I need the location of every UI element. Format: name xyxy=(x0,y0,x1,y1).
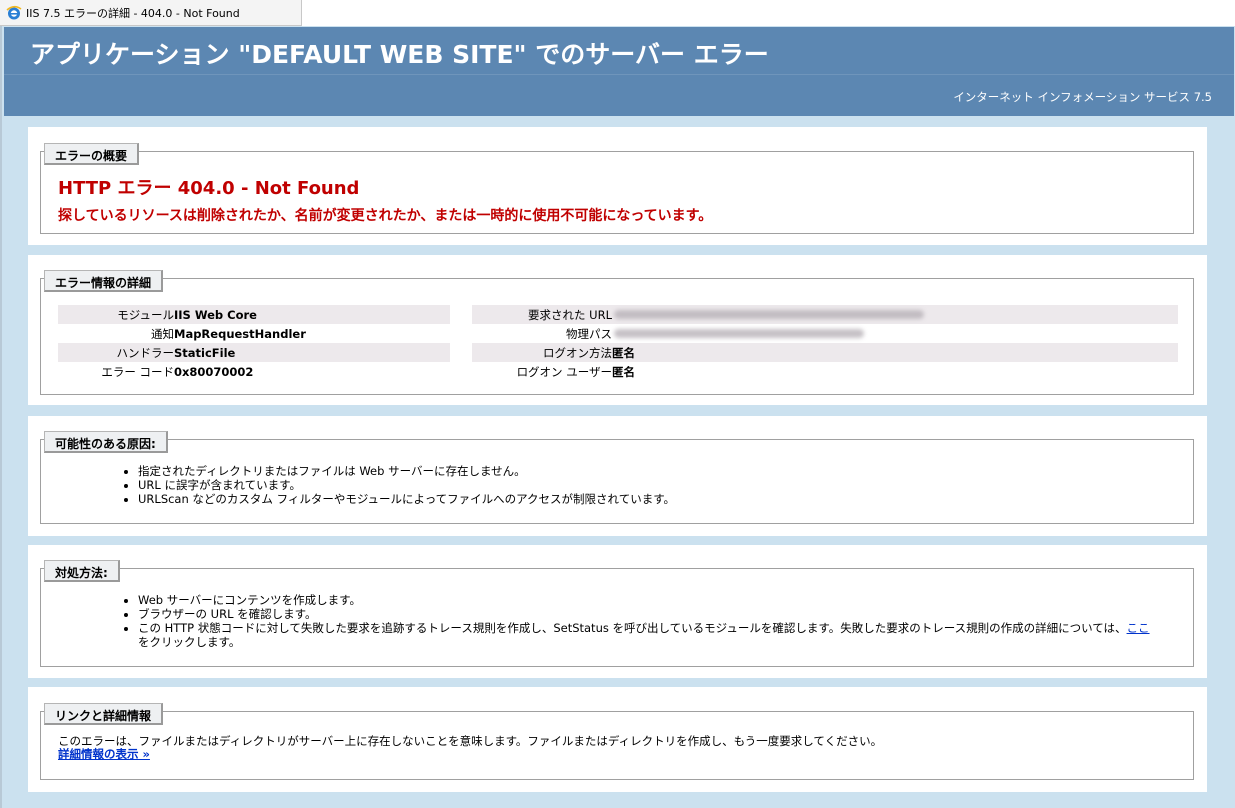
ie-icon xyxy=(6,5,22,21)
error-page: アプリケーション "DEFAULT WEB SITE" でのサーバー エラー イ… xyxy=(0,26,1235,808)
tab-title: IIS 7.5 エラーの詳細 - 404.0 - Not Found xyxy=(26,6,240,20)
causes-panel: 可能性のある原因: 指定されたディレクトリまたはファイルは Web サーバーに存… xyxy=(28,416,1207,536)
list-item: この HTTP 状態コードに対して失敗した要求を追跡するトレース規則を作成し、S… xyxy=(138,621,1160,649)
detail-row-module: モジュール IIS Web Core xyxy=(58,305,450,324)
page-header: アプリケーション "DEFAULT WEB SITE" でのサーバー エラー xyxy=(4,27,1234,74)
action-text: この HTTP 状態コードに対して失敗した要求を追跡するトレース規則を作成し、S… xyxy=(138,621,1127,635)
list-item: Web サーバーにコンテンツを作成します。 xyxy=(138,593,1160,607)
server-version: インターネット インフォメーション サービス 7.5 xyxy=(953,90,1212,104)
page-title: アプリケーション "DEFAULT WEB SITE" でのサーバー エラー xyxy=(30,40,769,69)
detail-value: 0x80070002 xyxy=(174,364,254,379)
browser-tab[interactable]: IIS 7.5 エラーの詳細 - 404.0 - Not Found xyxy=(0,0,302,26)
detail-row-requested-url: 要求された URL xyxy=(472,305,1178,324)
list-item: ブラウザーの URL を確認します。 xyxy=(138,607,1160,621)
actions-list: Web サーバーにコンテンツを作成します。 ブラウザーの URL を確認します。… xyxy=(120,593,1160,649)
page-subheader: インターネット インフォメーション サービス 7.5 xyxy=(4,74,1234,116)
detail-label: ログオン ユーザー xyxy=(516,364,612,379)
detail-label: ハンドラー xyxy=(116,345,175,360)
detail-value: 匿名 xyxy=(612,345,635,360)
redacted-url xyxy=(614,310,924,319)
detail-label: エラー コード xyxy=(101,364,174,379)
error-details-panel: エラー情報の詳細 モジュール IIS Web Core 通知 MapReques… xyxy=(28,255,1207,405)
trace-rule-help-link[interactable]: ここ xyxy=(1127,621,1150,635)
causes-legend: 可能性のある原因: xyxy=(44,431,168,453)
causes-list: 指定されたディレクトリまたはファイルは Web サーバーに存在しません。 URL… xyxy=(120,464,675,506)
error-description: 探しているリソースは削除されたか、名前が変更されたか、または一時的に使用不可能に… xyxy=(58,208,713,224)
detail-value: IIS Web Core xyxy=(174,307,257,322)
links-description: このエラーは、ファイルまたはディレクトリがサーバー上に存在しないことを意味します… xyxy=(58,734,883,748)
more-info-link[interactable]: 詳細情報の表示 » xyxy=(58,746,150,762)
links-legend: リンクと詳細情報 xyxy=(44,703,164,725)
detail-label: 物理パス xyxy=(566,326,612,341)
browser-tab-strip: IIS 7.5 エラーの詳細 - 404.0 - Not Found xyxy=(0,0,1235,26)
detail-label: ログオン方法 xyxy=(543,345,612,360)
list-item: URLScan などのカスタム フィルターやモジュールによってファイルへのアクセ… xyxy=(138,492,675,506)
error-summary-panel: エラーの概要 HTTP エラー 404.0 - Not Found 探しているリ… xyxy=(28,127,1207,245)
error-title: HTTP エラー 404.0 - Not Found xyxy=(58,178,360,199)
actions-legend: 対処方法: xyxy=(44,560,120,582)
detail-value: MapRequestHandler xyxy=(174,326,306,341)
error-summary-legend: エラーの概要 xyxy=(44,143,140,165)
action-text-end: をクリックします。 xyxy=(138,635,241,649)
detail-label: 通知 xyxy=(151,326,174,341)
links-panel: リンクと詳細情報 このエラーは、ファイルまたはディレクトリがサーバー上に存在しな… xyxy=(28,687,1207,792)
list-item: 指定されたディレクトリまたはファイルは Web サーバーに存在しません。 xyxy=(138,464,675,478)
detail-row-logon-user: ログオン ユーザー 匿名 xyxy=(472,362,1178,381)
list-item: URL に誤字が含まれています。 xyxy=(138,478,675,492)
detail-row-physical-path: 物理パス xyxy=(472,324,1178,343)
detail-label: モジュール xyxy=(117,307,174,322)
redacted-path xyxy=(614,329,864,338)
detail-row-logon-method: ログオン方法 匿名 xyxy=(472,343,1178,362)
detail-value: 匿名 xyxy=(612,364,635,379)
detail-value: StaticFile xyxy=(174,345,236,360)
error-details-legend: エラー情報の詳細 xyxy=(44,270,164,292)
detail-label: 要求された URL xyxy=(528,307,612,322)
detail-row-notification: 通知 MapRequestHandler xyxy=(58,324,450,343)
actions-panel: 対処方法: Web サーバーにコンテンツを作成します。 ブラウザーの URL を… xyxy=(28,545,1207,678)
detail-row-error-code: エラー コード 0x80070002 xyxy=(58,362,450,381)
detail-row-handler: ハンドラー StaticFile xyxy=(58,343,450,362)
